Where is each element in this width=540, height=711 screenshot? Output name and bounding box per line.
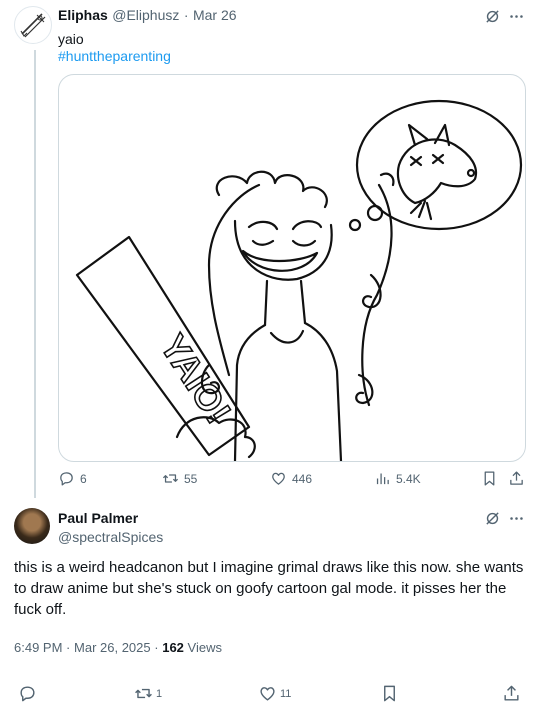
like-count: 11 bbox=[280, 687, 292, 700]
reply-icon bbox=[20, 686, 35, 702]
sign-text: YAIO! bbox=[152, 327, 239, 430]
share-button[interactable] bbox=[502, 684, 521, 703]
repost-count: 55 bbox=[184, 471, 198, 486]
hashtag-link[interactable]: #hunttheparenting bbox=[58, 48, 171, 64]
share-icon bbox=[510, 471, 523, 485]
share-icon bbox=[504, 685, 519, 701]
reply-button[interactable] bbox=[18, 684, 37, 703]
repost-icon bbox=[162, 474, 179, 483]
repost-count: 1 bbox=[156, 687, 163, 700]
like-icon bbox=[260, 687, 275, 701]
views-icon bbox=[376, 473, 389, 485]
separator: · bbox=[183, 7, 189, 23]
author-handle[interactable]: @Eliphusz bbox=[112, 7, 179, 23]
like-count: 446 bbox=[292, 471, 313, 486]
grok-icon[interactable] bbox=[484, 510, 501, 527]
tweet-actions: 6 55 446 5.4K bbox=[58, 470, 528, 492]
tweet-header: Eliphas @Eliphusz · Mar 26 bbox=[58, 7, 237, 25]
author-handle[interactable]: @spectralSpices bbox=[58, 529, 163, 545]
repost-button[interactable]: 1 bbox=[134, 684, 162, 703]
bookmark-icon bbox=[484, 471, 495, 486]
views-count: 5.4K bbox=[396, 471, 421, 486]
tweet-text: yaio bbox=[58, 31, 84, 47]
reply-button[interactable]: 6 bbox=[58, 470, 87, 487]
post-date[interactable]: Mar 26, 2025 bbox=[74, 640, 151, 655]
repost-icon bbox=[135, 688, 152, 699]
avatar[interactable] bbox=[14, 6, 52, 44]
grok-icon[interactable] bbox=[484, 8, 501, 25]
more-icon[interactable] bbox=[508, 8, 525, 25]
author-name[interactable]: Paul Palmer bbox=[58, 510, 138, 526]
tweet-date[interactable]: Mar 26 bbox=[193, 7, 237, 23]
reply-actions: 1 11 bbox=[14, 684, 526, 706]
bookmark-button[interactable] bbox=[481, 470, 498, 487]
author-name[interactable]: Eliphas bbox=[58, 7, 108, 23]
reply-text: this is a weird headcanon but I imagine … bbox=[14, 559, 524, 618]
like-button[interactable]: 446 bbox=[270, 470, 312, 487]
thread-line bbox=[34, 50, 36, 498]
like-icon bbox=[272, 472, 285, 485]
share-button[interactable] bbox=[508, 470, 525, 487]
tweet-meta: 6:49 PM · Mar 26, 2025 · 162 Views bbox=[14, 640, 222, 655]
repost-button[interactable]: 55 bbox=[162, 470, 197, 487]
tweet-image[interactable]: YAIO! bbox=[58, 74, 526, 462]
sketch-drawing: YAIO! bbox=[75, 99, 523, 461]
bookmark-icon bbox=[384, 685, 395, 702]
bookmark-button[interactable] bbox=[380, 684, 399, 703]
views-label: Views bbox=[187, 640, 222, 655]
more-icon[interactable] bbox=[508, 510, 525, 527]
like-button[interactable]: 11 bbox=[258, 684, 291, 703]
views-count: 162 bbox=[162, 640, 184, 655]
reply-count: 6 bbox=[80, 471, 87, 486]
avatar[interactable] bbox=[14, 508, 50, 544]
avatar-drawing bbox=[20, 13, 46, 38]
separator: · bbox=[154, 640, 159, 655]
views-button[interactable]: 5.4K bbox=[374, 470, 421, 487]
separator: · bbox=[66, 640, 71, 655]
reply-icon bbox=[60, 472, 73, 486]
post-time[interactable]: 6:49 PM bbox=[14, 640, 62, 655]
